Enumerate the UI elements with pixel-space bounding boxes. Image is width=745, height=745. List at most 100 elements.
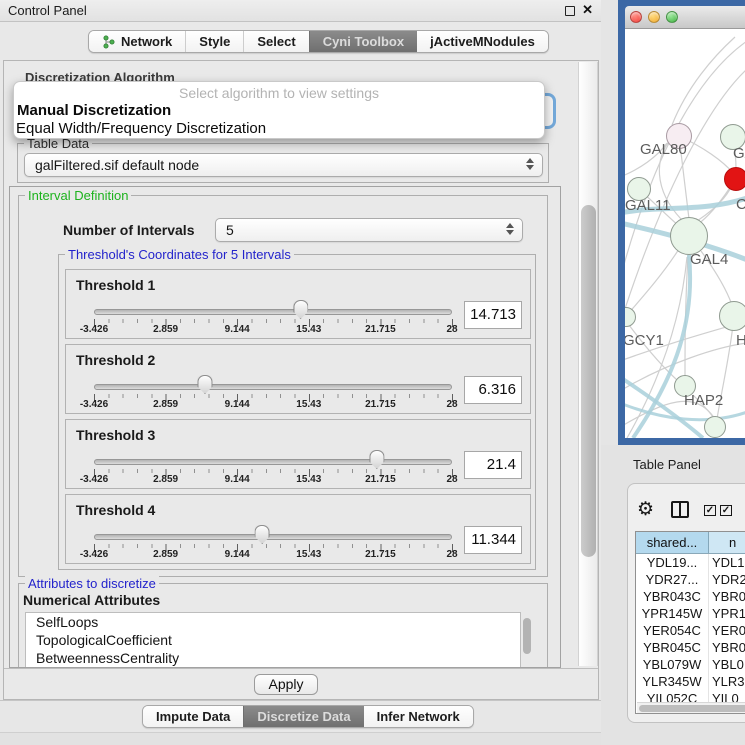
slider-thumb[interactable]	[255, 525, 270, 544]
tab-label: Infer Network	[377, 709, 460, 724]
cell[interactable]: YLR3	[709, 673, 745, 690]
tab-cyni-toolbox[interactable]: Cyni Toolbox	[309, 31, 417, 52]
tab-label: Discretize Data	[257, 709, 350, 724]
option-manual-discretization[interactable]: Manual Discretization	[17, 102, 171, 119]
node-red-selected[interactable]	[724, 167, 745, 191]
node-label: H	[736, 332, 745, 349]
zoom-traffic-light[interactable]	[666, 11, 678, 23]
cell[interactable]: YPR1	[709, 605, 745, 622]
node-label: GAL11	[625, 197, 671, 214]
cell[interactable]: YER054C	[636, 622, 709, 639]
numerical-attributes-label: Numerical Attributes	[23, 592, 160, 608]
node-label: C	[736, 196, 745, 213]
node-label: GAL80	[640, 141, 687, 158]
table-row[interactable]: YBR045CYBR0	[636, 639, 745, 656]
cell[interactable]: YDR27...	[636, 571, 709, 588]
table-row[interactable]: YLR345WYLR3	[636, 673, 745, 690]
split-pane-icon[interactable]	[671, 501, 689, 518]
tab-impute-data[interactable]: Impute Data	[143, 706, 243, 727]
node-h[interactable]	[719, 301, 745, 331]
cell[interactable]: YDR2	[709, 571, 745, 588]
network-window-titlebar[interactable]	[625, 6, 745, 29]
tab-style[interactable]: Style	[185, 31, 243, 52]
column-header-shared-name[interactable]: shared...	[636, 532, 709, 553]
cell[interactable]: YBL0	[709, 656, 745, 673]
close-icon[interactable]: ✕	[582, 2, 593, 18]
table-row[interactable]: YPR145WYPR1	[636, 605, 745, 622]
option-equal-width-frequency[interactable]: Equal Width/Frequency Discretization	[16, 120, 266, 137]
float-window-icon[interactable]	[565, 6, 575, 16]
threshold-value-field[interactable]: 11.344	[464, 526, 522, 554]
attributes-group-title: Attributes to discretize	[25, 576, 159, 591]
table-row[interactable]: YDL19...YDL1	[636, 554, 745, 571]
cell[interactable]: YBR0	[709, 639, 745, 656]
node-gal4[interactable]	[670, 217, 708, 255]
tick-label: 21.715	[365, 324, 396, 335]
cell[interactable]: YBR0	[709, 588, 745, 605]
node-label: GAL4	[690, 251, 728, 268]
tick-label: -3.426	[80, 399, 108, 410]
tab-label: Impute Data	[156, 709, 230, 724]
attributes-group: Attributes to discretize Numerical Attri…	[18, 583, 548, 668]
cell[interactable]: YDL19...	[636, 554, 709, 571]
slider-thumb[interactable]	[197, 375, 212, 394]
node-bottom[interactable]	[704, 416, 726, 438]
panel-scrollbar-thumb[interactable]	[581, 205, 596, 557]
table-row[interactable]: YBL079WYBL0	[636, 656, 745, 673]
list-item[interactable]: BetweennessCentrality	[26, 649, 520, 667]
table-horizontal-scrollbar-thumb[interactable]	[639, 705, 745, 712]
checkbox-icon[interactable]: ✓	[704, 505, 716, 516]
node-attribute-table[interactable]: shared... n YDL19...YDL1 YDR27...YDR2 YB…	[635, 531, 745, 714]
apply-button[interactable]: Apply	[254, 674, 318, 695]
numerical-attributes-list[interactable]: SelfLoops TopologicalCoefficient Between…	[25, 612, 521, 668]
table-row[interactable]: YDR27...YDR2	[636, 571, 745, 588]
cell[interactable]: YBR043C	[636, 588, 709, 605]
slider-thumb[interactable]	[369, 450, 384, 469]
network-canvas[interactable]: GAL80 GA C GAL11 GAL4 GCY1 H HAP2	[625, 29, 745, 438]
slider[interactable]	[94, 448, 452, 470]
tab-label: Select	[257, 34, 295, 49]
column-header-name[interactable]: n	[709, 532, 745, 553]
table-row[interactable]: YBR043CYBR0	[636, 588, 745, 605]
panel-title: Control Panel	[8, 3, 87, 18]
attributes-list-scrollbar[interactable]	[523, 618, 531, 654]
list-item[interactable]: SelfLoops	[26, 613, 520, 631]
tab-discretize-data[interactable]: Discretize Data	[243, 706, 363, 727]
threshold-value-field[interactable]: 21.4	[464, 451, 522, 479]
algorithm-dropdown-popup: Select algorithm to view settings Manual…	[13, 81, 545, 139]
table-row[interactable]: YER054CYER0	[636, 622, 745, 639]
list-item[interactable]: TopologicalCoefficient	[26, 631, 520, 649]
gear-icon[interactable]: ⚙	[637, 498, 654, 521]
cell[interactable]: YER0	[709, 622, 745, 639]
network-tree-icon	[102, 35, 116, 49]
tick-label: 15.43	[296, 399, 321, 410]
cell[interactable]: YDL1	[709, 554, 745, 571]
cell[interactable]: YBR045C	[636, 639, 709, 656]
cell[interactable]: YLR345W	[636, 673, 709, 690]
close-traffic-light[interactable]	[630, 11, 642, 23]
cell[interactable]: YBL079W	[636, 656, 709, 673]
checkbox-icon[interactable]: ✓	[720, 505, 732, 516]
control-panel: Control Panel ✕ Network Style Select Cyn…	[0, 0, 601, 745]
tab-infer-network[interactable]: Infer Network	[364, 706, 473, 727]
tab-network[interactable]: Network	[89, 31, 185, 52]
tick-label: 21.715	[365, 474, 396, 485]
number-of-intervals-combobox[interactable]: 5	[215, 218, 523, 242]
threshold-coordinates-group: Threshold's Coordinates for 5 Intervals …	[58, 254, 536, 570]
tab-select[interactable]: Select	[243, 31, 308, 52]
slider[interactable]	[94, 298, 452, 320]
table-horizontal-scrollbar[interactable]	[637, 702, 745, 713]
settings-scroll-panel: Interval Definition Number of Intervals …	[9, 186, 561, 668]
threshold-value-field[interactable]: 14.713	[464, 301, 522, 329]
slider[interactable]	[94, 523, 452, 545]
tab-jactivemnodules[interactable]: jActiveMNodules	[417, 31, 548, 52]
slider-thumb[interactable]	[293, 300, 308, 319]
minimize-traffic-light[interactable]	[648, 11, 660, 23]
slider[interactable]	[94, 373, 452, 395]
slider-tick-labels: -3.426 2.859 9.144 15.43 21.715 28	[94, 324, 452, 336]
cell[interactable]: YPR145W	[636, 605, 709, 622]
threshold-value-field[interactable]: 6.316	[464, 376, 522, 404]
panel-scrollbar-track[interactable]	[578, 62, 598, 666]
tick-label: 2.859	[153, 474, 178, 485]
table-data-combobox[interactable]: galFiltered.sif default node	[24, 153, 543, 177]
